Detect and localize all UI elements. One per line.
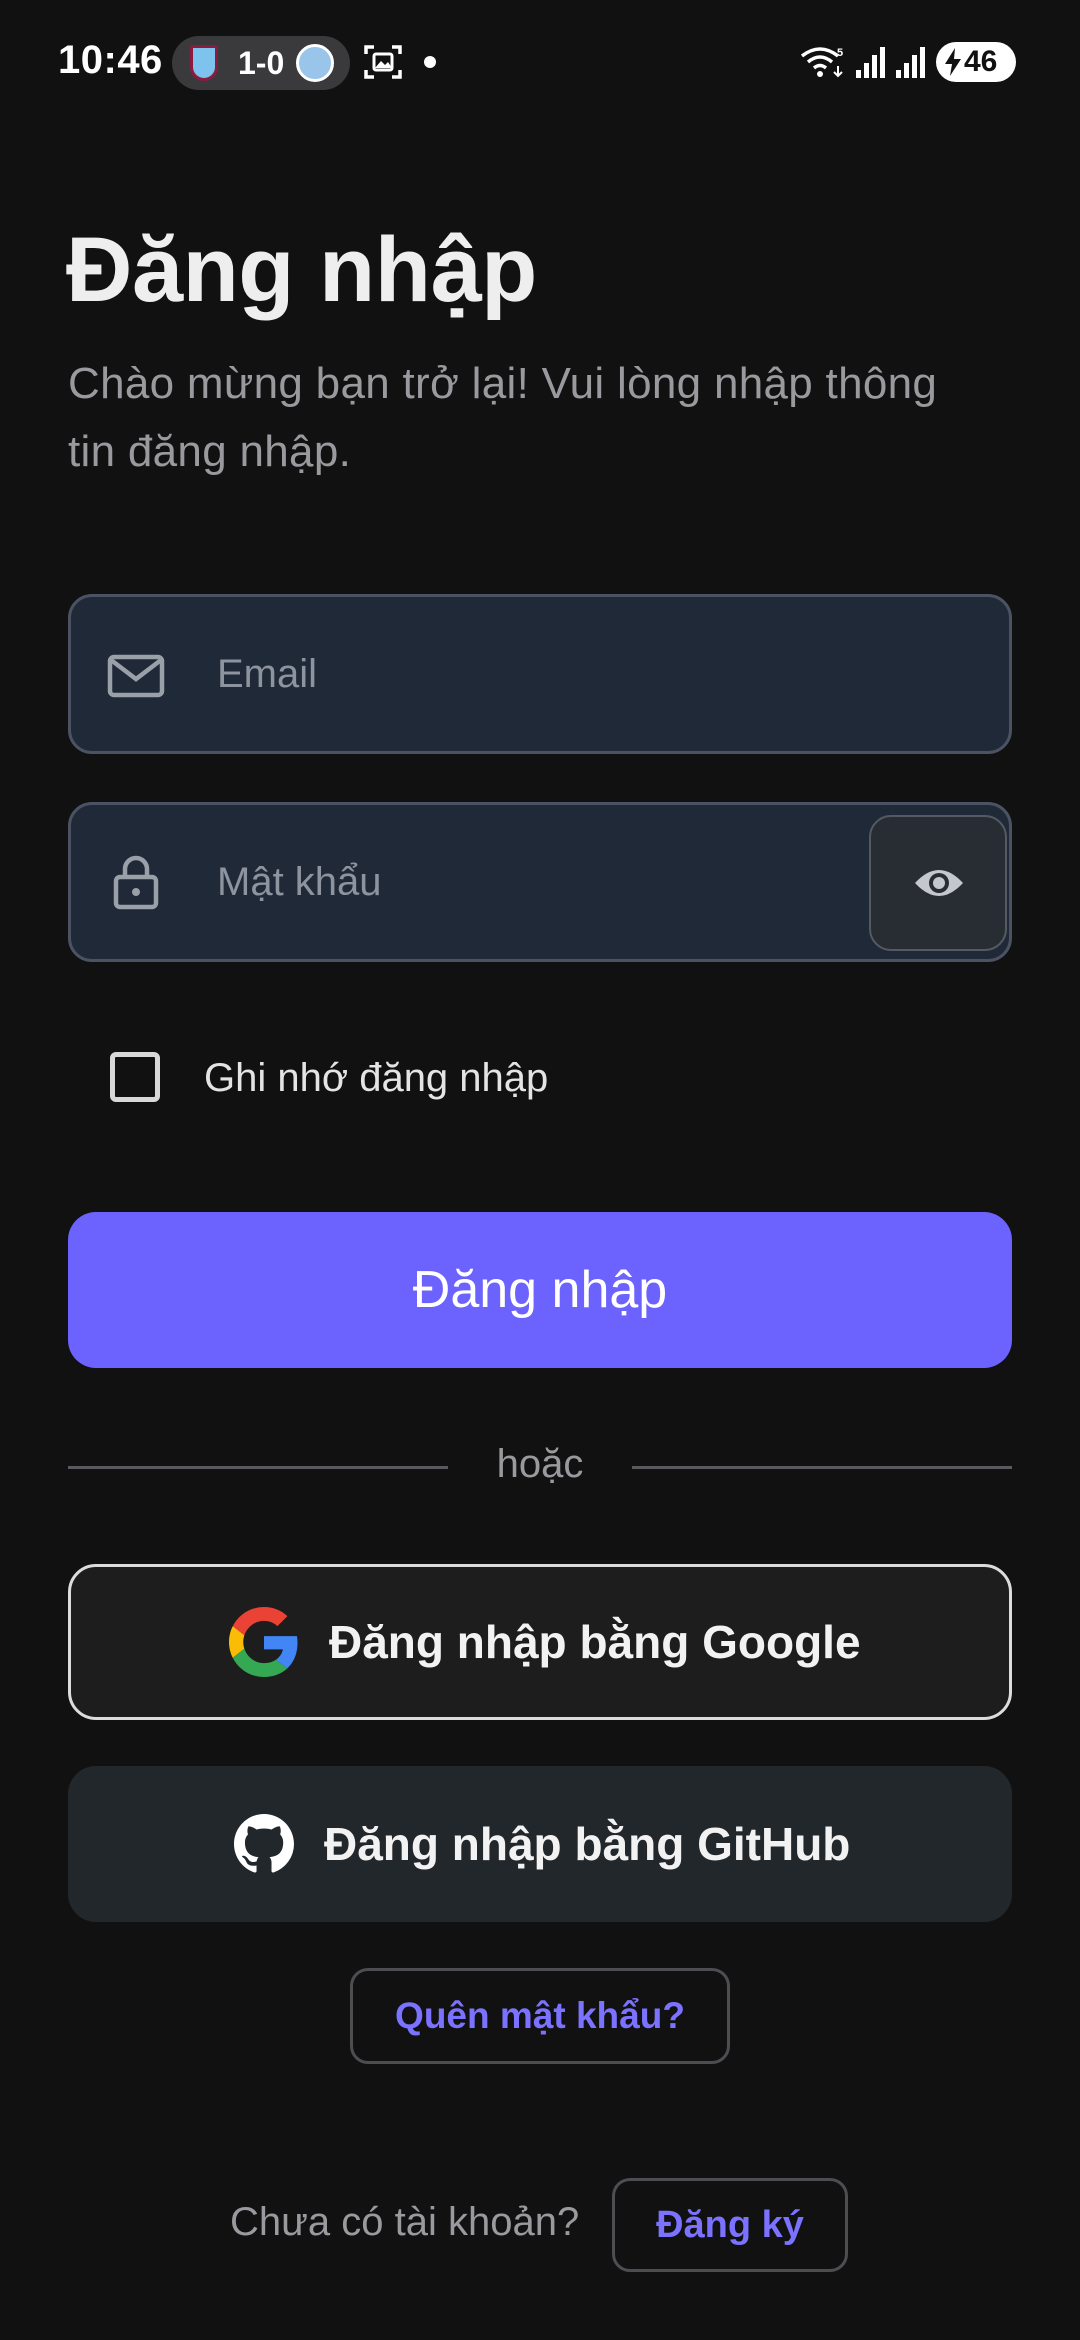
login-button[interactable]: Đăng nhập: [68, 1212, 1012, 1368]
page-subtitle: Chào mừng bạn trở lại! Vui lòng nhập thô…: [68, 359, 938, 476]
google-login-label: Đăng nhập bằng Google: [329, 1616, 861, 1668]
no-account-text: Chưa có tài khoản?: [230, 2200, 580, 2244]
forgot-password-button[interactable]: Quên mật khẩu?: [350, 1968, 730, 2064]
team-crest-home-icon: [190, 45, 218, 81]
divider-text: hoặc: [496, 1442, 584, 1486]
password-input[interactable]: [217, 805, 917, 959]
github-login-button[interactable]: Đăng nhập bằng GitHub: [68, 1766, 1012, 1922]
google-login-button[interactable]: Đăng nhập bằng Google: [68, 1564, 1012, 1720]
email-input[interactable]: [217, 597, 917, 751]
forgot-password-label: Quên mật khẩu?: [395, 1995, 685, 2036]
live-score: 1-0: [238, 45, 285, 81]
lock-icon: [113, 855, 159, 910]
github-login-label: Đăng nhập bằng GitHub: [324, 1818, 851, 1870]
status-bar: 10:46 1-0 5 46: [0, 0, 1080, 120]
battery-indicator: 46: [936, 42, 1016, 82]
google-logo-icon: [229, 1607, 298, 1677]
page-title: Đăng nhập: [66, 219, 537, 321]
register-button[interactable]: Đăng ký: [612, 2178, 848, 2272]
notification-dot-icon: [424, 56, 436, 68]
svg-text:5: 5: [837, 47, 843, 59]
mail-icon: [107, 654, 165, 698]
signal-icon: [896, 47, 925, 78]
toggle-password-visibility-button[interactable]: [869, 815, 1007, 951]
screenshot-icon: [364, 45, 402, 79]
login-screen: 10:46 1-0 5 46 Đăng nhập Chào mừng bạn t…: [0, 0, 1080, 2340]
charging-bolt-icon: [945, 48, 961, 76]
github-logo-icon: [234, 1814, 294, 1873]
remember-me-label[interactable]: Ghi nhớ đăng nhập: [204, 1056, 548, 1101]
login-button-label: Đăng nhập: [412, 1261, 668, 1319]
signal-icon: [856, 47, 885, 78]
eye-icon: [915, 870, 963, 896]
live-score-pill[interactable]: 1-0: [172, 36, 350, 90]
battery-level: 46: [964, 45, 998, 78]
team-crest-away-icon: [296, 44, 334, 82]
wifi-icon: 5: [800, 47, 843, 78]
status-time: 10:46: [58, 38, 163, 82]
divider-line: [632, 1466, 1012, 1469]
register-button-label: Đăng ký: [656, 2204, 804, 2246]
password-field[interactable]: [68, 802, 1012, 962]
remember-me-checkbox[interactable]: [110, 1052, 160, 1102]
remember-me[interactable]: Ghi nhớ đăng nhập: [108, 1050, 628, 1106]
email-field[interactable]: [68, 594, 1012, 754]
divider-line: [68, 1466, 448, 1469]
